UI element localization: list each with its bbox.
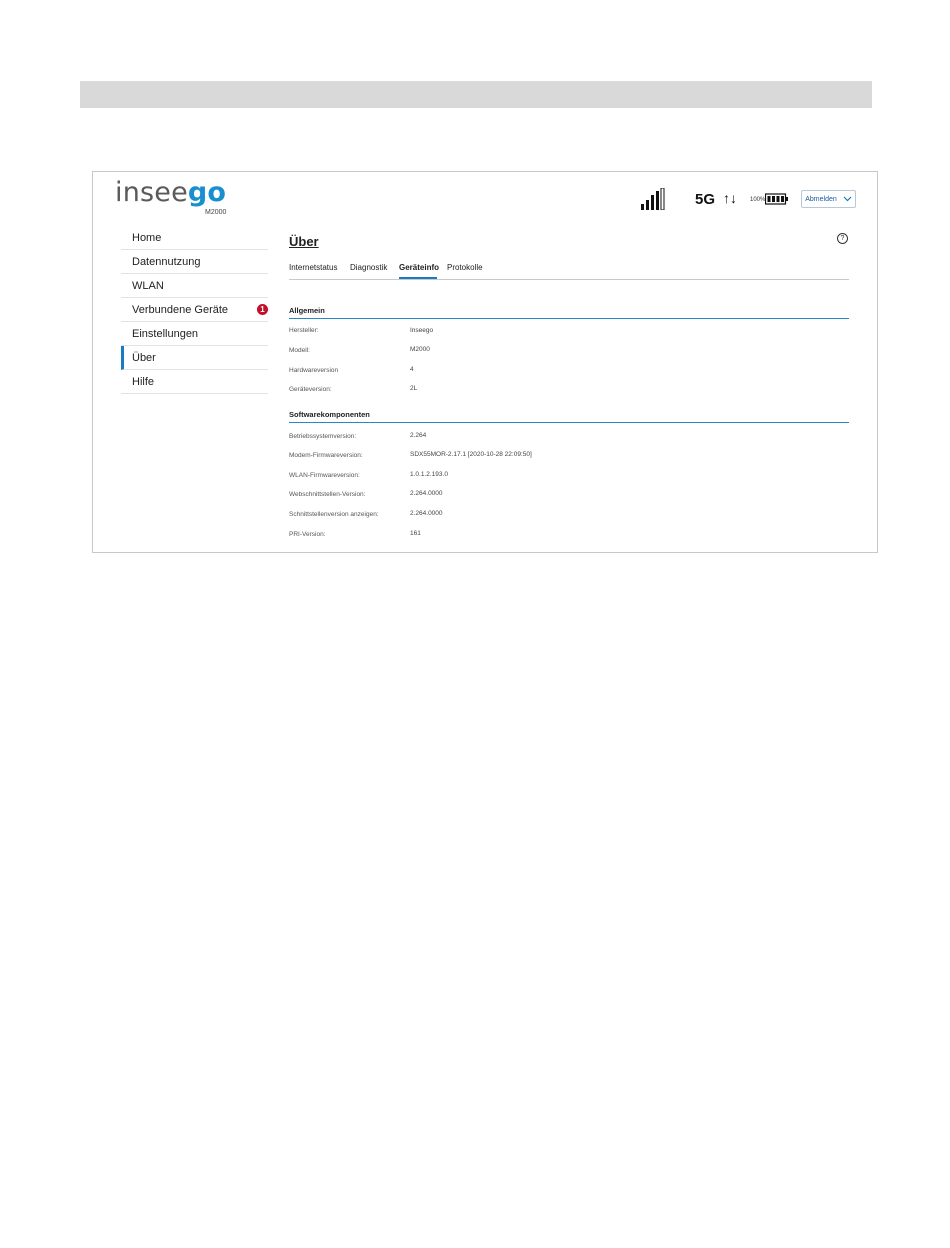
sidebar-item-home[interactable]: Home [121, 226, 268, 250]
network-type: 5G [695, 191, 716, 208]
router-admin-window: inseego M2000 5G ↑↓ 100% Abmelden Home D… [92, 171, 878, 553]
info-value: 4 [410, 366, 414, 373]
section-divider [289, 318, 849, 319]
tab-logs[interactable]: Protokolle [447, 263, 483, 272]
section-divider [289, 422, 849, 423]
sidebar-item-label: Hilfe [132, 375, 155, 388]
active-tab-indicator [399, 277, 437, 279]
info-label: Modem-Firmwareversion: [289, 452, 363, 459]
tab-device-info[interactable]: Geräteinfo [399, 263, 439, 272]
info-label: Schnittstellenversion anzeigen: [289, 511, 379, 518]
sidebar-item-label: WLAN [132, 279, 164, 292]
tab-diagnostics[interactable]: Diagnostik [350, 263, 387, 272]
info-label: Geräteversion: [289, 386, 332, 393]
top-grey-bar [80, 81, 872, 108]
battery-icon [765, 193, 788, 205]
inseego-logo: inseego M2000 [115, 177, 227, 216]
info-value: 2.264 [410, 432, 427, 439]
sidebar-item-help[interactable]: Hilfe [121, 370, 268, 394]
tab-bar: Internetstatus Diagnostik Geräteinfo Pro… [289, 258, 849, 280]
info-label: PRI-Version: [289, 531, 326, 538]
page-title: Über [289, 234, 319, 249]
info-label: Hersteller: [289, 327, 319, 334]
notification-badge: 1 [257, 304, 268, 315]
sidebar-item-label: Home [132, 231, 162, 244]
sidebar-item-label: Über [132, 351, 156, 364]
sidebar-item-label: Datennutzung [132, 255, 201, 268]
info-value: M2000 [410, 346, 430, 353]
sidebar-item-label: Einstellungen [132, 327, 199, 340]
device-model: M2000 [205, 209, 227, 216]
section-title-general: Allgemein [289, 306, 325, 315]
tab-internet-status[interactable]: Internetstatus [289, 263, 337, 272]
sidebar-item-about[interactable]: Über [121, 346, 268, 370]
help-icon[interactable]: ? [837, 233, 848, 244]
section-title-software: Softwarekomponenten [289, 410, 370, 419]
chevron-down-icon [843, 196, 852, 202]
info-value: 2.264.0000 [410, 490, 443, 497]
info-value: 2L [410, 385, 418, 392]
sidebar-nav: Home Datennutzung WLAN Verbundene Geräte… [121, 226, 268, 394]
sidebar-item-data-usage[interactable]: Datennutzung [121, 250, 268, 274]
info-value: 1.0.1.2.193.0 [410, 471, 448, 478]
sidebar-item-label: Verbundene Geräte [132, 303, 229, 316]
info-label: Modell: [289, 347, 310, 354]
sidebar-item-wlan[interactable]: WLAN [121, 274, 268, 298]
info-value: SDX55MOR-2.17.1 [2020-10-28 22:09:50] [410, 451, 532, 458]
logout-dropdown[interactable]: Abmelden [801, 190, 856, 208]
signal-bars-icon [641, 188, 665, 210]
info-label: WLAN-Firmwareversion: [289, 472, 360, 479]
logout-label: Abmelden [805, 195, 837, 203]
sidebar-item-settings[interactable]: Einstellungen [121, 322, 268, 346]
sidebar-item-connected-devices[interactable]: Verbundene Geräte 1 [121, 298, 268, 322]
info-value: Inseego [410, 327, 434, 334]
info-label: Betriebssystemversion: [289, 433, 357, 440]
info-label: Webschnittstellen-Version: [289, 491, 366, 498]
data-activity-icon: ↑↓ [723, 190, 737, 206]
info-value: 2.264.0000 [410, 510, 443, 517]
info-value: 161 [410, 530, 421, 537]
battery-percent: 100% [750, 197, 766, 203]
info-label: Hardwareversion [289, 367, 339, 374]
